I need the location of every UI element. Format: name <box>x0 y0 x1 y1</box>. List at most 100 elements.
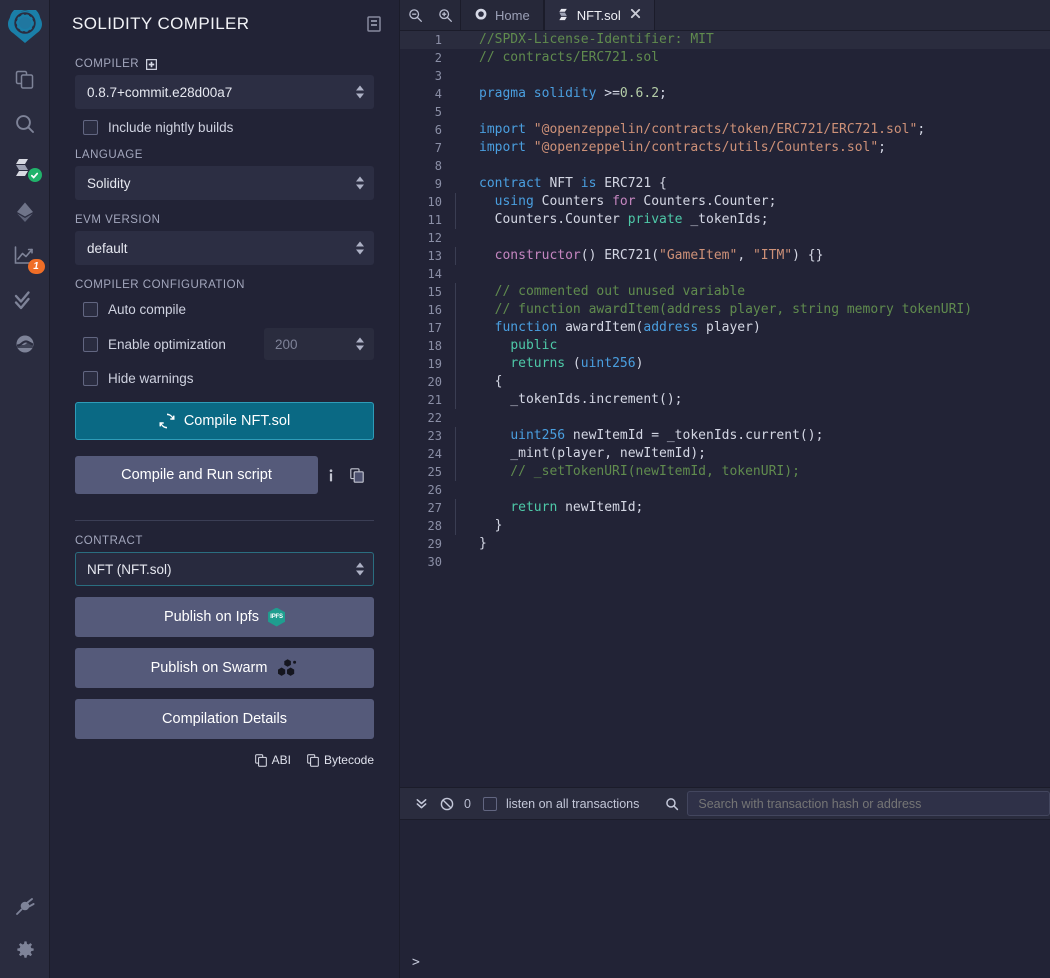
auto-compile-checkbox[interactable] <box>83 302 98 317</box>
sidebar-item-solidity-compiler[interactable] <box>0 146 50 190</box>
code-text: uint256 newItemId = _tokenIds.current(); <box>455 427 1050 445</box>
copy-bytecode-button[interactable]: Bytecode <box>307 753 374 767</box>
remix-logo-icon[interactable] <box>0 2 50 52</box>
compiler-version-select[interactable]: 0.8.7+commit.e28d00a7 <box>75 75 374 109</box>
include-nightly-checkbox[interactable] <box>83 120 98 135</box>
code-line[interactable]: 14 <box>400 265 1050 283</box>
terminal-output[interactable]: > <box>400 820 1050 978</box>
zoom-out-icon[interactable] <box>400 0 430 30</box>
code-line[interactable]: 15 // commented out unused variable <box>400 283 1050 301</box>
copy-abi-button[interactable]: ABI <box>255 753 291 767</box>
copy-icon[interactable] <box>344 468 370 483</box>
panel-body: COMPILER 0.8.7+commit.e28d00a7 Include n… <box>50 44 399 767</box>
contract-select-wrap: NFT (NFT.sol) <box>75 552 374 586</box>
compiler-artefacts-icon[interactable] <box>367 16 381 32</box>
code-line[interactable]: 24 _mint(player, newItemId); <box>400 445 1050 463</box>
code-line[interactable]: 13 constructor() ERC721("GameItem", "ITM… <box>400 247 1050 265</box>
code-line[interactable]: 22 <box>400 409 1050 427</box>
code-text: Counters.Counter private _tokenIds; <box>455 211 1050 229</box>
code-line[interactable]: 3 <box>400 67 1050 85</box>
tab-nft-sol-label: NFT.sol <box>577 8 621 23</box>
enable-optimization-group[interactable]: Enable optimization <box>83 337 226 352</box>
compile-button[interactable]: Compile NFT.sol <box>75 402 374 440</box>
code-line[interactable]: 6import "@openzeppelin/contracts/token/E… <box>400 121 1050 139</box>
chevron-double-down-icon[interactable] <box>408 797 434 810</box>
zoom-in-icon[interactable] <box>430 0 460 30</box>
line-number: 8 <box>400 157 455 175</box>
sidebar-item-file-explorer[interactable] <box>0 58 50 102</box>
publish-on-ipfs-button[interactable]: Publish on Ipfs IPFS <box>75 597 374 637</box>
add-custom-compiler-icon[interactable] <box>146 59 157 70</box>
transaction-search-input[interactable] <box>687 791 1050 816</box>
language-select[interactable]: Solidity <box>75 166 374 200</box>
sidebar-item-search[interactable] <box>0 102 50 146</box>
enable-optimization-checkbox[interactable] <box>83 337 98 352</box>
hide-warnings-row[interactable]: Hide warnings <box>83 371 374 386</box>
panel-header: SOLIDITY COMPILER <box>50 0 399 44</box>
code-rows: 1//SPDX-License-Identifier: MIT2// contr… <box>400 31 1050 571</box>
sidebar-item-settings[interactable] <box>0 928 50 972</box>
terminal-prompt[interactable]: > <box>412 955 420 970</box>
line-number: 4 <box>400 85 455 103</box>
code-line[interactable]: 9contract NFT is ERC721 { <box>400 175 1050 193</box>
include-nightly-row[interactable]: Include nightly builds <box>83 120 374 135</box>
code-line[interactable]: 4pragma solidity >=0.6.2; <box>400 85 1050 103</box>
code-line[interactable]: 1//SPDX-License-Identifier: MIT <box>400 31 1050 49</box>
listen-on-all-transactions-label: listen on all transactions <box>506 797 639 811</box>
line-number: 23 <box>400 427 455 445</box>
code-text: contract NFT is ERC721 { <box>455 175 1050 193</box>
code-line[interactable]: 19 returns (uint256) <box>400 355 1050 373</box>
code-line[interactable]: 8 <box>400 157 1050 175</box>
code-line[interactable]: 16 // function awardItem(address player,… <box>400 301 1050 319</box>
listen-on-all-transactions-checkbox[interactable] <box>483 797 497 811</box>
code-line[interactable]: 29} <box>400 535 1050 553</box>
sidebar-item-plugin-manager[interactable] <box>0 884 50 928</box>
sidebar-item-debugger[interactable]: 1 <box>0 234 50 278</box>
evm-version-select-wrap: default <box>75 231 374 265</box>
hide-warnings-checkbox[interactable] <box>83 371 98 386</box>
code-line[interactable]: 25 // _setTokenURI(newItemId, tokenURI); <box>400 463 1050 481</box>
enable-optimization-label: Enable optimization <box>108 337 226 352</box>
compiler-section-label: COMPILER <box>75 58 374 70</box>
code-line[interactable]: 21 _tokenIds.increment(); <box>400 391 1050 409</box>
tab-home[interactable]: Home <box>460 0 544 30</box>
code-line[interactable]: 18 public <box>400 337 1050 355</box>
sidebar-item-unit-testing[interactable] <box>0 278 50 322</box>
code-line[interactable]: 10 using Counters for Counters.Counter; <box>400 193 1050 211</box>
code-line[interactable]: 23 uint256 newItemId = _tokenIds.current… <box>400 427 1050 445</box>
publish-on-swarm-button[interactable]: Publish on Swarm <box>75 648 374 688</box>
code-line[interactable]: 2// contracts/ERC721.sol <box>400 49 1050 67</box>
line-number: 1 <box>400 31 455 49</box>
auto-compile-row[interactable]: Auto compile <box>83 302 374 317</box>
line-number: 12 <box>400 229 455 247</box>
code-editor[interactable]: 1//SPDX-License-Identifier: MIT2// contr… <box>400 31 1050 787</box>
code-text: pragma solidity >=0.6.2; <box>455 85 1050 103</box>
close-icon[interactable] <box>630 8 641 22</box>
sidebar-item-deploy-run[interactable] <box>0 190 50 234</box>
code-line[interactable]: 11 Counters.Counter private _tokenIds; <box>400 211 1050 229</box>
code-line[interactable]: 7import "@openzeppelin/contracts/utils/C… <box>400 139 1050 157</box>
publish-ipfs-label: Publish on Ipfs <box>164 609 259 625</box>
compilation-details-button[interactable]: Compilation Details <box>75 699 374 739</box>
sidebar-item-static-analysis[interactable] <box>0 322 50 366</box>
code-line[interactable]: 27 return newItemId; <box>400 499 1050 517</box>
code-line[interactable]: 26 <box>400 481 1050 499</box>
ban-circle-icon[interactable] <box>434 797 460 811</box>
code-line[interactable]: 12 <box>400 229 1050 247</box>
line-number: 15 <box>400 283 455 301</box>
panel-divider <box>75 520 374 521</box>
compile-and-run-script-button[interactable]: Compile and Run script <box>75 456 318 494</box>
info-icon[interactable] <box>318 468 344 483</box>
optimization-runs-input[interactable]: 200 <box>264 328 374 360</box>
main-area: Home NFT.sol 1//SPDX-License-Identifier:… <box>400 0 1050 978</box>
code-line[interactable]: 30 <box>400 553 1050 571</box>
contract-select[interactable]: NFT (NFT.sol) <box>75 552 374 586</box>
code-line[interactable]: 17 function awardItem(address player) <box>400 319 1050 337</box>
tab-nft-sol[interactable]: NFT.sol <box>544 0 655 30</box>
code-line[interactable]: 5 <box>400 103 1050 121</box>
code-line[interactable]: 28 } <box>400 517 1050 535</box>
listen-on-all-transactions-row[interactable]: listen on all transactions <box>483 797 639 811</box>
rail-bottom-items <box>0 884 50 972</box>
code-line[interactable]: 20 { <box>400 373 1050 391</box>
evm-version-select[interactable]: default <box>75 231 374 265</box>
